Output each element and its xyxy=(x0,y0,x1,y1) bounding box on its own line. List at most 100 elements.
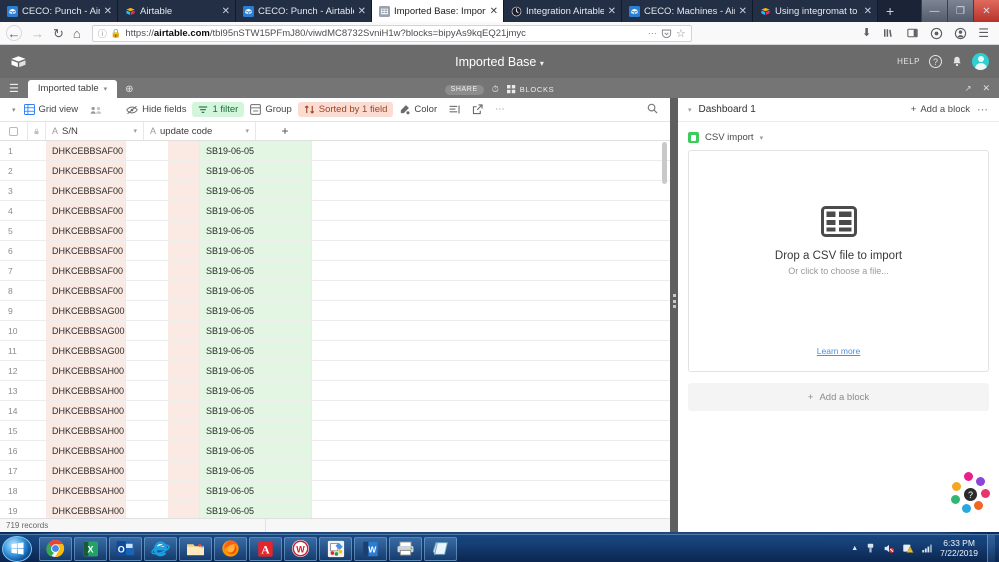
browser-tab-7[interactable]: Using integromat to identi ✕ xyxy=(753,0,878,22)
window-close-button[interactable]: ✕ xyxy=(973,0,999,22)
pocket-icon[interactable] xyxy=(661,28,672,39)
chevron-down-icon[interactable]: ▾ xyxy=(760,134,764,142)
cell-sn[interactable]: DHKCEBBSAF00 xyxy=(46,221,126,240)
table-row[interactable]: 9 DHKCEBBSAG00 SB19-06-05 xyxy=(0,301,672,321)
browser-tab-1[interactable]: CECO: Punch - Airtable ✕ xyxy=(0,0,118,22)
hide-fields-button[interactable]: Hide fields xyxy=(120,102,192,117)
cell-update-code[interactable]: SB19-06-05 xyxy=(200,301,312,320)
taskbar-app-firefox[interactable] xyxy=(214,536,247,561)
chevron-down-icon[interactable]: ▾ xyxy=(688,106,692,114)
start-button[interactable] xyxy=(2,535,32,562)
share-button[interactable]: SHARE xyxy=(444,84,484,95)
cell-update-code[interactable]: SB19-06-05 xyxy=(200,501,312,518)
close-panel-icon[interactable]: ✕ xyxy=(982,83,990,94)
page-actions-icon[interactable]: ⋯ xyxy=(648,28,657,39)
cell-update-code[interactable]: SB19-06-05 xyxy=(200,181,312,200)
taskbar-app-excel[interactable]: X xyxy=(74,536,107,561)
splitter-grip[interactable] xyxy=(672,294,676,308)
table-row[interactable]: 14 DHKCEBBSAH00 SB19-06-05 xyxy=(0,401,672,421)
bell-icon[interactable] xyxy=(951,55,963,68)
taskbar-app-paint[interactable] xyxy=(319,536,352,561)
cell-update-code[interactable]: SB19-06-05 xyxy=(200,241,312,260)
account-icon[interactable] xyxy=(954,27,967,40)
cell-sn[interactable]: DHKCEBBSAG00 xyxy=(46,301,126,320)
home-icon[interactable]: ⌂ xyxy=(73,27,81,40)
browser-tab-6[interactable]: CECO: Machines - Airtable ✕ xyxy=(622,0,753,22)
cell-sn[interactable]: DHKCEBBSAG00 xyxy=(46,321,126,340)
base-title[interactable]: Imported Base ▾ xyxy=(0,55,999,69)
cell-update-code[interactable]: SB19-06-05 xyxy=(200,281,312,300)
cell-sn[interactable]: DHKCEBBSAF00 xyxy=(46,241,126,260)
share-view-button[interactable] xyxy=(466,102,489,117)
add-block-header-button[interactable]: + Add a block xyxy=(911,104,970,115)
browser-tab-close-icon[interactable]: ✕ xyxy=(739,6,747,17)
cell-sn[interactable]: DHKCEBBSAH00 xyxy=(46,361,126,380)
airtable-logo[interactable] xyxy=(10,55,27,69)
taskbar-app-printer[interactable] xyxy=(389,536,422,561)
window-minimize-button[interactable]: — xyxy=(921,0,947,22)
expand-icon[interactable]: ↗ xyxy=(965,84,972,93)
browser-tab-2[interactable]: Airtable ✕ xyxy=(118,0,236,22)
cell-sn[interactable]: DHKCEBBSAF00 xyxy=(46,281,126,300)
row-height-button[interactable] xyxy=(443,103,466,117)
site-info-icon[interactable]: ⓘ xyxy=(98,27,107,40)
cell-sn[interactable]: DHKCEBBSAH00 xyxy=(46,501,126,518)
cell-sn[interactable]: DHKCEBBSAH00 xyxy=(46,461,126,480)
taskbar-app-chrome[interactable] xyxy=(39,536,72,561)
cell-update-code[interactable]: SB19-06-05 xyxy=(200,441,312,460)
cell-sn[interactable]: DHKCEBBSAH00 xyxy=(46,481,126,500)
volume-muted-icon[interactable] xyxy=(883,543,895,554)
toolbar-more-button[interactable]: ⋯ xyxy=(489,102,512,117)
chevron-down-icon[interactable]: ▾ xyxy=(133,127,137,135)
cell-sn[interactable]: DHKCEBBSAH00 xyxy=(46,381,126,400)
grid-view-button[interactable]: Grid view xyxy=(18,102,85,117)
cell-update-code[interactable]: SB19-06-05 xyxy=(200,321,312,340)
table-row[interactable]: 8 DHKCEBBSAF00 SB19-06-05 xyxy=(0,281,672,301)
add-table-icon[interactable]: ⊕ xyxy=(117,84,141,98)
network-icon[interactable] xyxy=(921,543,933,554)
library-icon[interactable] xyxy=(882,27,895,39)
filter-button[interactable]: 1 filter xyxy=(192,102,245,117)
collaborators-icon[interactable] xyxy=(84,103,108,117)
blocks-button[interactable]: BLOCKS xyxy=(506,85,555,94)
taskbar-app-winzip[interactable]: W xyxy=(284,536,317,561)
help-icon[interactable]: ? xyxy=(929,55,942,68)
cell-sn[interactable]: DHKCEBBSAG00 xyxy=(46,341,126,360)
downloads-icon[interactable]: ⬇ xyxy=(862,27,871,39)
scrollbar-thumb[interactable] xyxy=(662,142,667,184)
cell-update-code[interactable]: SB19-06-05 xyxy=(200,461,312,480)
cell-update-code[interactable]: SB19-06-05 xyxy=(200,161,312,180)
taskbar-app-file-explorer[interactable] xyxy=(179,536,212,561)
sidebar-icon[interactable] xyxy=(906,27,919,39)
table-row[interactable]: 1 DHKCEBBSAF00 SB19-06-05 xyxy=(0,141,672,161)
cell-sn[interactable]: DHKCEBBSAH00 xyxy=(46,401,126,420)
table-row[interactable]: 6 DHKCEBBSAF00 SB19-06-05 xyxy=(0,241,672,261)
browser-tab-5[interactable]: Integration Airtable | Integ ✕ xyxy=(504,0,622,22)
cell-update-code[interactable]: SB19-06-05 xyxy=(200,341,312,360)
table-row[interactable]: 7 DHKCEBBSAF00 SB19-06-05 xyxy=(0,261,672,281)
cell-sn[interactable]: DHKCEBBSAF00 xyxy=(46,261,126,280)
column-header-update-code[interactable]: A update code ▾ xyxy=(144,122,256,140)
table-tab-imported-table[interactable]: Imported table ▾ xyxy=(27,80,118,98)
view-switcher-caret[interactable]: ▾ xyxy=(6,104,18,116)
cell-update-code[interactable]: SB19-06-05 xyxy=(200,261,312,280)
forward-icon[interactable]: → xyxy=(31,27,44,40)
cell-update-code[interactable]: SB19-06-05 xyxy=(200,421,312,440)
taskbar-app-notes[interactable] xyxy=(424,536,457,561)
cell-sn[interactable]: DHKCEBBSAF00 xyxy=(46,161,126,180)
taskbar-app-outlook[interactable]: O xyxy=(109,536,142,561)
search-icon[interactable] xyxy=(647,103,666,117)
browser-menu-icon[interactable]: ☰ xyxy=(978,27,989,39)
color-button[interactable]: Color xyxy=(393,102,443,117)
browser-tab-close-icon[interactable]: ✕ xyxy=(104,6,112,17)
browser-tab-close-icon[interactable]: ✕ xyxy=(222,6,230,17)
browser-tab-close-icon[interactable]: ✕ xyxy=(358,6,366,17)
help-label[interactable]: HELP xyxy=(897,57,920,66)
table-row[interactable]: 15 DHKCEBBSAH00 SB19-06-05 xyxy=(0,421,672,441)
cell-sn[interactable]: DHKCEBBSAH00 xyxy=(46,441,126,460)
back-icon[interactable]: ← xyxy=(6,25,22,41)
taskbar-app-adobe-reader[interactable]: A xyxy=(249,536,282,561)
cell-sn[interactable]: DHKCEBBSAF00 xyxy=(46,181,126,200)
help-core-button[interactable]: ? xyxy=(962,486,979,503)
table-row[interactable]: 4 DHKCEBBSAF00 SB19-06-05 xyxy=(0,201,672,221)
